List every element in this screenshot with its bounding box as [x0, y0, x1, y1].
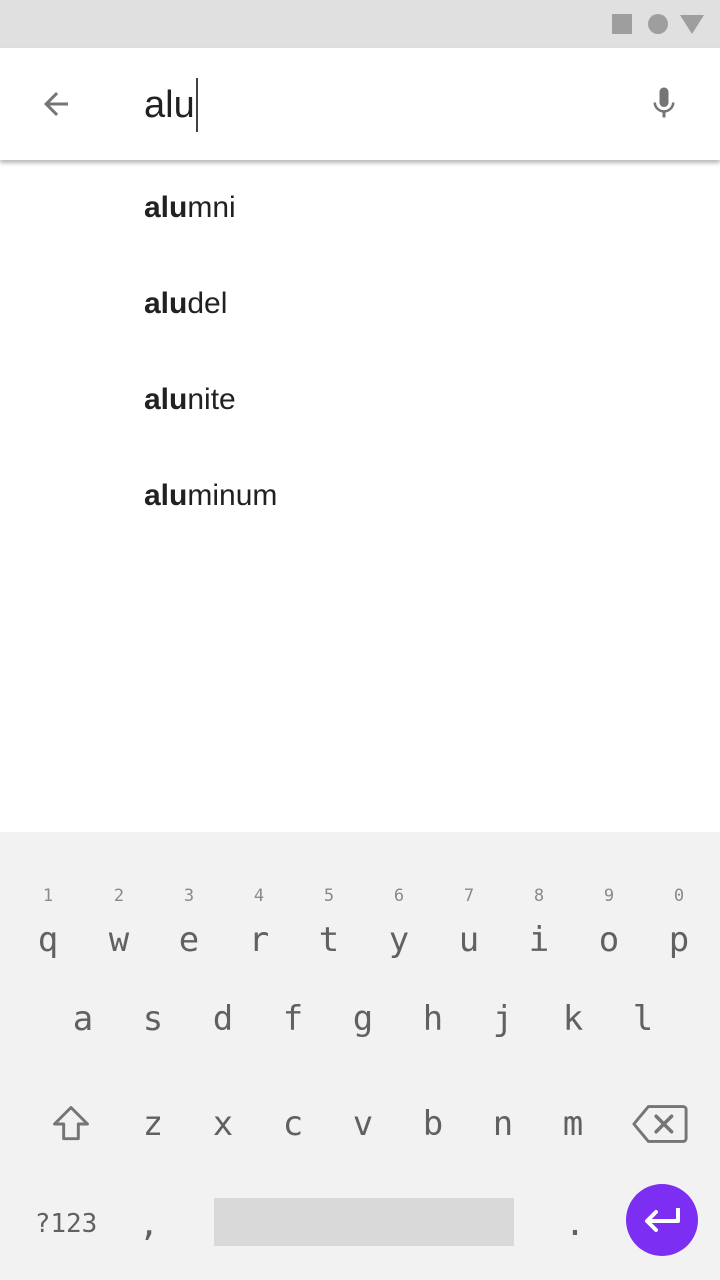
key-i[interactable]: 8 i	[504, 856, 574, 960]
key-hint: 3	[183, 886, 195, 906]
key-o[interactable]: 9 o	[574, 856, 644, 960]
suggestion-prefix: alu	[144, 479, 188, 512]
key-q[interactable]: 1 q	[13, 856, 83, 960]
key-hint: 9	[603, 886, 615, 906]
key-hint: 6	[393, 886, 405, 906]
key-label: n	[492, 1104, 514, 1144]
key-label: w	[108, 920, 130, 960]
shift-key[interactable]	[36, 1078, 106, 1170]
key-hint: 7	[463, 886, 475, 906]
key-hint: 5	[323, 886, 335, 906]
suggestion-rest: del	[187, 287, 228, 320]
key-hint: 4	[253, 886, 265, 906]
key-label: z	[142, 1104, 164, 1144]
status-bar	[0, 0, 720, 48]
home-circle-icon	[648, 14, 668, 34]
suggestion-prefix: alu	[144, 191, 188, 224]
key-label: q	[37, 920, 59, 960]
key-e[interactable]: 3 e	[154, 856, 224, 960]
key-label: j	[492, 999, 514, 1039]
search-query-text: alu	[144, 84, 195, 126]
key-hint: 0	[673, 886, 685, 906]
key-v[interactable]: v	[328, 1078, 398, 1170]
key-label: r	[248, 920, 270, 960]
suggestion-rest: nite	[187, 383, 236, 416]
key-l[interactable]: l	[608, 973, 678, 1065]
key-label: g	[352, 999, 374, 1039]
key-w[interactable]: 2 w	[84, 856, 154, 960]
key-label: .	[564, 1204, 586, 1244]
key-s[interactable]: s	[118, 973, 188, 1065]
key-label: x	[212, 1104, 234, 1144]
key-label: v	[352, 1104, 374, 1144]
space-bar[interactable]	[214, 1198, 514, 1246]
key-hint: 1	[42, 886, 54, 906]
key-u[interactable]: 7 u	[434, 856, 504, 960]
text-cursor	[195, 78, 198, 132]
recents-square-icon	[612, 14, 632, 34]
key-label: o	[598, 920, 620, 960]
key-label: u	[458, 920, 480, 960]
symbols-key[interactable]: ?123	[20, 1196, 112, 1252]
key-c[interactable]: c	[258, 1078, 328, 1170]
key-t[interactable]: 5 t	[294, 856, 364, 960]
key-label: y	[388, 920, 410, 960]
key-label: h	[422, 999, 444, 1039]
key-label: p	[668, 920, 690, 960]
key-f[interactable]: f	[258, 973, 328, 1065]
suggestion-item[interactable]: alu nite	[0, 352, 720, 448]
back-button[interactable]	[24, 76, 88, 132]
mic-icon	[653, 87, 675, 118]
search-bar: alu	[0, 48, 720, 160]
key-h[interactable]: h	[398, 973, 468, 1065]
key-p[interactable]: 0 p	[644, 856, 714, 960]
key-label: t	[318, 920, 340, 960]
key-g[interactable]: g	[328, 973, 398, 1065]
key-j[interactable]: j	[468, 973, 538, 1065]
key-label: d	[212, 999, 234, 1039]
key-label: a	[72, 999, 94, 1039]
key-m[interactable]: m	[538, 1078, 608, 1170]
suggestion-item[interactable]: alu mni	[0, 160, 720, 256]
key-label: s	[142, 999, 164, 1039]
key-label: i	[528, 920, 550, 960]
key-x[interactable]: x	[188, 1078, 258, 1170]
enter-key[interactable]	[626, 1184, 698, 1256]
shift-arrow-icon	[53, 1106, 89, 1141]
key-label: f	[282, 999, 304, 1039]
key-label: m	[562, 1104, 584, 1144]
key-hint: 8	[533, 886, 545, 906]
suggestion-prefix: alu	[144, 287, 188, 320]
key-label: k	[562, 999, 584, 1039]
arrow-back-icon	[44, 92, 68, 116]
suggestion-rest: minum	[187, 479, 278, 512]
backspace-icon	[632, 1105, 688, 1143]
key-z[interactable]: z	[118, 1078, 188, 1170]
key-y[interactable]: 6 y	[364, 856, 434, 960]
backspace-key[interactable]	[624, 1078, 696, 1170]
key-d[interactable]: d	[188, 973, 258, 1065]
key-label: e	[178, 920, 200, 960]
key-label: c	[282, 1104, 304, 1144]
back-triangle-icon	[680, 15, 704, 34]
search-input[interactable]: alu	[144, 76, 198, 134]
key-r[interactable]: 4 r	[224, 856, 294, 960]
suggestion-prefix: alu	[144, 383, 188, 416]
key-b[interactable]: b	[398, 1078, 468, 1170]
key-a[interactable]: a	[48, 973, 118, 1065]
suggestion-item[interactable]: alu minum	[0, 448, 720, 544]
key-label: l	[632, 999, 654, 1039]
period-key[interactable]: .	[540, 1188, 610, 1260]
suggestion-item[interactable]: alu del	[0, 256, 720, 352]
key-n[interactable]: n	[468, 1078, 538, 1170]
suggestion-rest: mni	[187, 191, 236, 224]
key-label: ,	[138, 1204, 160, 1244]
voice-search-button[interactable]	[636, 76, 692, 132]
enter-return-icon	[645, 1208, 680, 1232]
suggestion-list: alu mni alu del alu nite alu minum	[0, 160, 720, 544]
key-k[interactable]: k	[538, 973, 608, 1065]
comma-key[interactable]: ,	[114, 1188, 184, 1260]
key-label: b	[422, 1104, 444, 1144]
key-hint: 2	[113, 886, 125, 906]
